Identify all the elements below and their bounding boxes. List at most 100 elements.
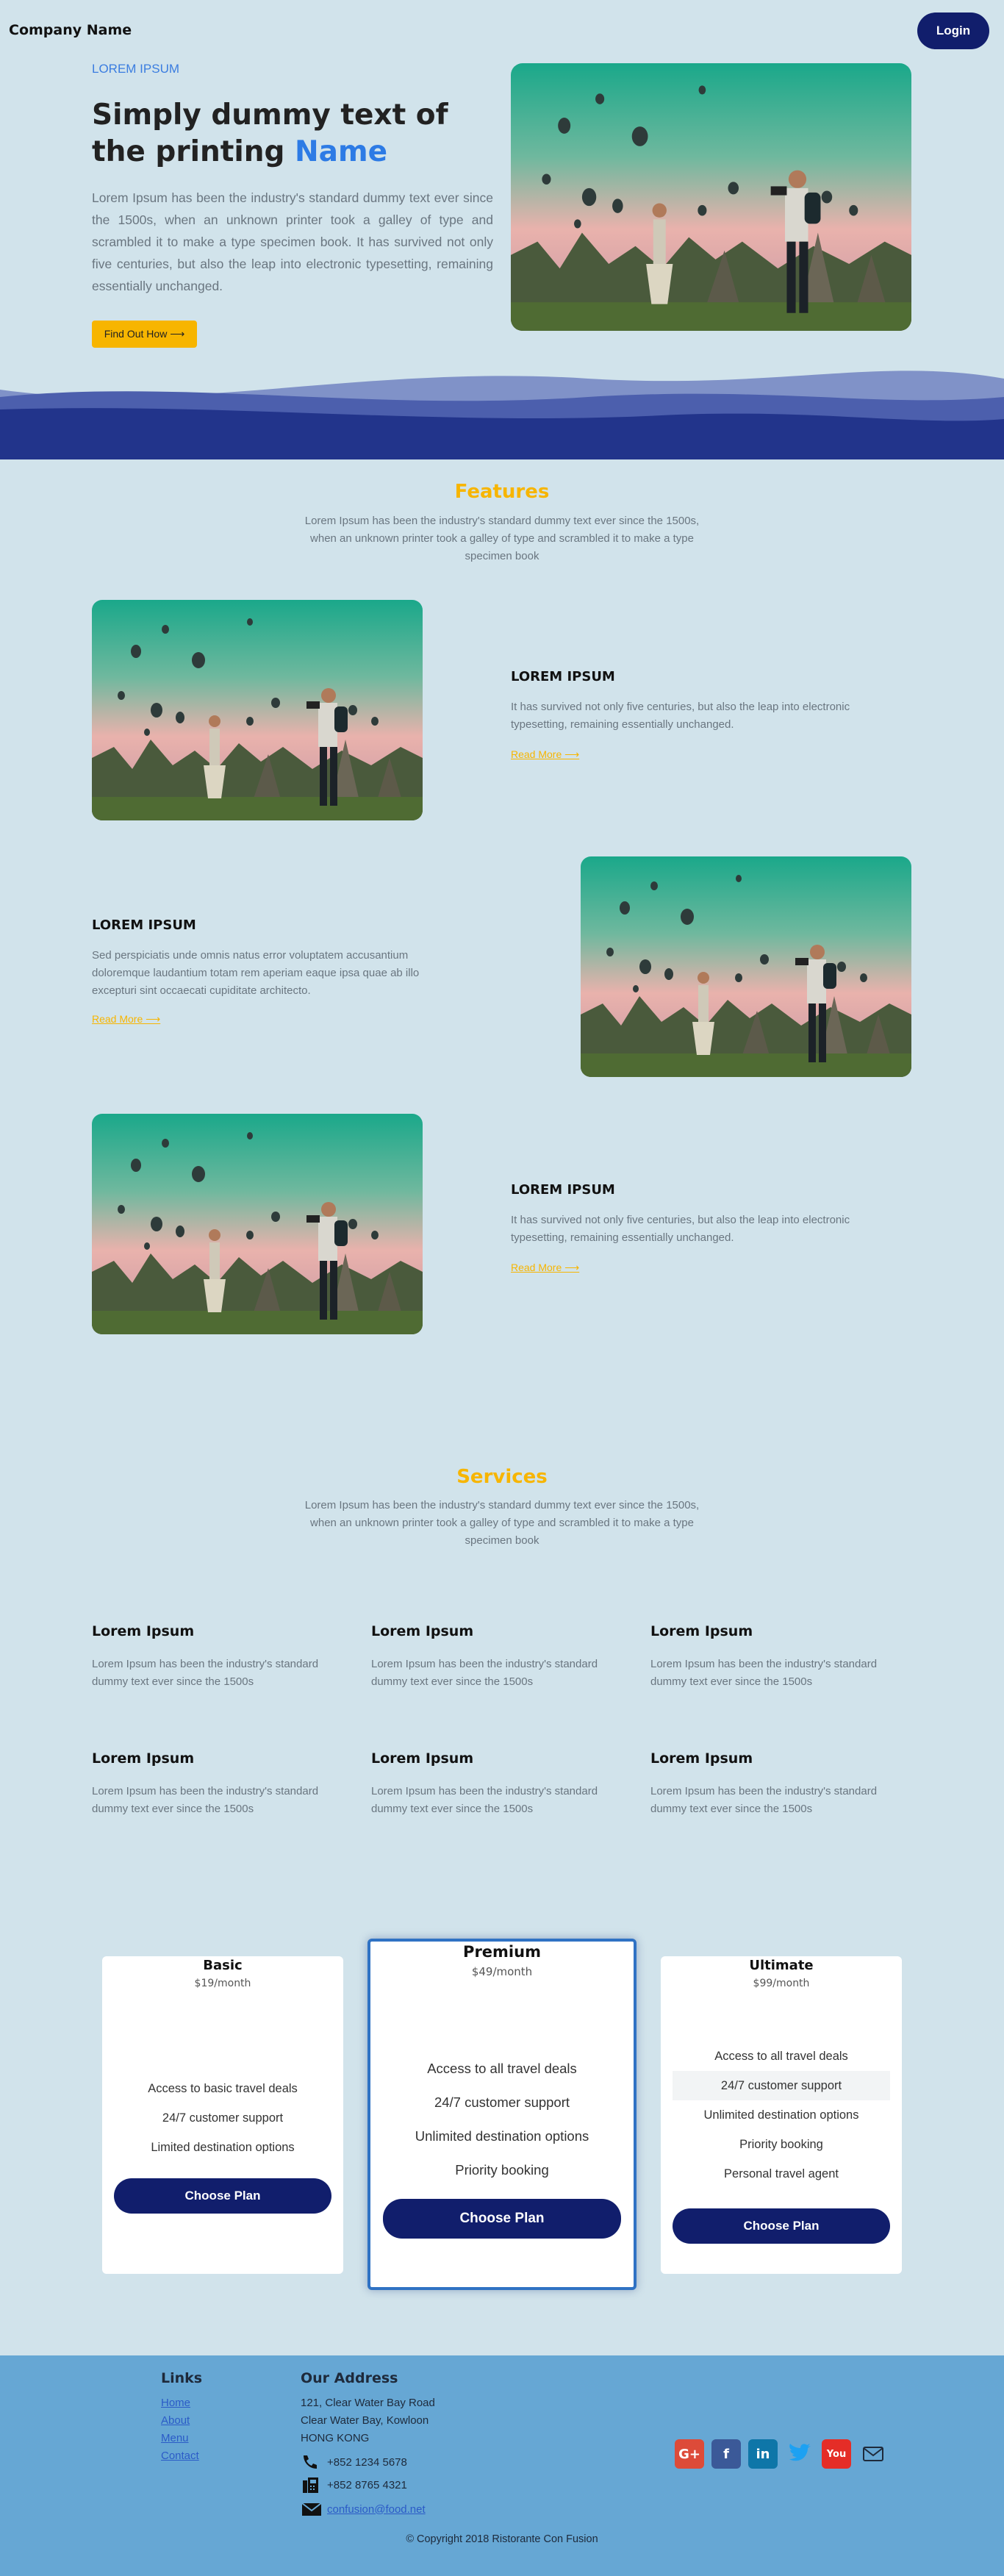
- footer-address: 121, Clear Water Bay Road Clear Water Ba…: [301, 2394, 435, 2447]
- twitter-icon[interactable]: [785, 2439, 814, 2469]
- service-text: Lorem Ipsum has been the industry's stan…: [371, 1785, 598, 1815]
- brand-name[interactable]: Company Name: [9, 22, 132, 38]
- feature-image-2: [581, 856, 911, 1077]
- facebook-icon[interactable]: f: [711, 2439, 741, 2469]
- footer-link-about[interactable]: About: [161, 2412, 199, 2430]
- feature-read-more-3[interactable]: Read More ⟶: [511, 1262, 579, 1274]
- service-item-4: Lorem Ipsum Lorem Ipsum has been the ind…: [92, 1750, 345, 1818]
- plan-feature: Limited destination options: [151, 2141, 295, 2154]
- footer-links-title: Links: [161, 2370, 203, 2386]
- service-title: Lorem Ipsum: [92, 1750, 195, 1767]
- service-text: Lorem Ipsum has been the industry's stan…: [371, 1658, 598, 1688]
- footer-email: confusion@food.net: [301, 2500, 426, 2518]
- address-line: 121, Clear Water Bay Road: [301, 2397, 435, 2409]
- service-text: Lorem Ipsum has been the industry's stan…: [92, 1658, 319, 1688]
- plan-feature: Access to basic travel deals: [148, 2082, 298, 2095]
- plan-feature: Access to all travel deals: [714, 2050, 848, 2063]
- services-title: Services: [456, 1466, 548, 1488]
- footer-fax: +852 8765 4321: [301, 2476, 407, 2494]
- plan-feature-list: Access to all travel deals 24/7 customer…: [370, 2052, 634, 2187]
- footer-links: Home About Menu Contact: [161, 2394, 199, 2465]
- login-button[interactable]: Login: [917, 12, 989, 49]
- service-item-6: Lorem Ipsum Lorem Ipsum has been the ind…: [650, 1750, 904, 1818]
- feature-read-more-1[interactable]: Read More ⟶: [511, 748, 579, 761]
- service-text: Lorem Ipsum has been the industry's stan…: [650, 1785, 878, 1815]
- hero-title: Simply dummy text of the printing Name: [92, 97, 503, 171]
- plan-price: $49/month: [471, 1965, 533, 1978]
- plan-card-premium: Premium $49/month Access to all travel d…: [367, 1939, 637, 2290]
- google-plus-icon[interactable]: G+: [675, 2439, 704, 2469]
- plan-name: Basic: [203, 1958, 243, 1973]
- service-text: Lorem Ipsum has been the industry's stan…: [92, 1785, 319, 1815]
- choose-plan-button-ultimate[interactable]: Choose Plan: [673, 2208, 890, 2244]
- envelope-icon: [301, 2502, 322, 2516]
- plan-feature: 24/7 customer support: [434, 2094, 570, 2110]
- copyright-text: © Copyright 2018 Ristorante Con Fusion: [406, 2533, 598, 2545]
- footer-link-home[interactable]: Home: [161, 2394, 199, 2412]
- plan-feature: 24/7 customer support: [673, 2071, 890, 2100]
- feature-read-more-2[interactable]: Read More ⟶: [92, 1013, 160, 1026]
- hero-kicker: LOREM IPSUM: [92, 62, 180, 76]
- plan-name: Ultimate: [749, 1958, 814, 1973]
- address-line: HONG KONG: [301, 2432, 370, 2444]
- plan-name: Premium: [463, 1943, 541, 1961]
- choose-plan-button-basic[interactable]: Choose Plan: [114, 2178, 331, 2214]
- hero-waves: [0, 371, 1004, 459]
- service-item-5: Lorem Ipsum Lorem Ipsum has been the ind…: [371, 1750, 625, 1818]
- feature-image-3: [92, 1114, 423, 1334]
- plan-card-ultimate: Ultimate $99/month Access to all travel …: [661, 1956, 902, 2274]
- service-title: Lorem Ipsum: [650, 1623, 753, 1639]
- plan-feature: Priority booking: [739, 2138, 823, 2151]
- plan-card-basic: Basic $19/month Access to basic travel d…: [102, 1956, 343, 2274]
- footer-address-title: Our Address: [301, 2370, 398, 2386]
- mail-icon[interactable]: [858, 2439, 888, 2469]
- plan-feature: 24/7 customer support: [162, 2111, 284, 2125]
- feature-text-3: It has survived not only five centuries,…: [511, 1214, 850, 1244]
- fax-icon: [303, 2477, 318, 2493]
- features-description: Lorem Ipsum has been the industry's stan…: [304, 515, 700, 562]
- feature-title-1: LOREM IPSUM: [511, 669, 615, 684]
- feature-title-2: LOREM IPSUM: [92, 917, 196, 933]
- service-title: Lorem Ipsum: [92, 1623, 195, 1639]
- plan-feature: Access to all travel deals: [427, 2061, 577, 2076]
- feature-title-3: LOREM IPSUM: [511, 1182, 615, 1198]
- choose-plan-button-premium[interactable]: Choose Plan: [383, 2199, 621, 2239]
- service-title: Lorem Ipsum: [371, 1623, 474, 1639]
- service-title: Lorem Ipsum: [371, 1750, 474, 1767]
- feature-image-1: [92, 600, 423, 820]
- fax-number: +852 8765 4321: [327, 2478, 407, 2491]
- service-title: Lorem Ipsum: [650, 1750, 753, 1767]
- service-text: Lorem Ipsum has been the industry's stan…: [650, 1658, 878, 1688]
- youtube-icon[interactable]: You: [822, 2439, 851, 2469]
- plan-price: $99/month: [753, 1978, 810, 1989]
- service-item-2: Lorem Ipsum Lorem Ipsum has been the ind…: [371, 1623, 625, 1691]
- find-out-how-button[interactable]: Find Out How ⟶: [92, 321, 197, 348]
- hero-title-text: Simply dummy text of the printing: [92, 99, 448, 168]
- plan-feature: Priority booking: [455, 2162, 549, 2178]
- hero-description: Lorem Ipsum has been the industry's stan…: [92, 190, 493, 293]
- plan-feature-list: Access to basic travel deals 24/7 custom…: [102, 2074, 343, 2162]
- social-links: G+ f in You: [675, 2439, 888, 2469]
- feature-text-1: It has survived not only five centuries,…: [511, 701, 850, 731]
- features-title: Features: [454, 481, 550, 503]
- service-item-1: Lorem Ipsum Lorem Ipsum has been the ind…: [92, 1623, 345, 1691]
- footer-phone: +852 1234 5678: [301, 2453, 407, 2471]
- plan-feature-list: Access to all travel deals 24/7 customer…: [661, 2042, 902, 2189]
- hero-title-accent: Name: [295, 135, 388, 168]
- address-line: Clear Water Bay, Kowloon: [301, 2414, 429, 2427]
- services-description: Lorem Ipsum has been the industry's stan…: [304, 1499, 700, 1547]
- top-navbar: Company Name Login: [0, 0, 1004, 62]
- service-item-3: Lorem Ipsum Lorem Ipsum has been the ind…: [650, 1623, 904, 1691]
- phone-icon: [304, 2455, 317, 2469]
- phone-number: +852 1234 5678: [327, 2455, 407, 2469]
- plan-price: $19/month: [194, 1978, 251, 1989]
- linkedin-icon[interactable]: in: [748, 2439, 778, 2469]
- hero-image: [511, 63, 911, 331]
- footer-link-menu[interactable]: Menu: [161, 2430, 199, 2447]
- plan-feature: Unlimited destination options: [415, 2128, 589, 2144]
- feature-text-2: Sed perspiciatis unde omnis natus error …: [92, 949, 420, 997]
- plan-feature: Personal travel agent: [724, 2167, 839, 2180]
- email-link[interactable]: confusion@food.net: [327, 2503, 426, 2516]
- plan-feature: Unlimited destination options: [703, 2108, 859, 2122]
- footer-link-contact[interactable]: Contact: [161, 2447, 199, 2465]
